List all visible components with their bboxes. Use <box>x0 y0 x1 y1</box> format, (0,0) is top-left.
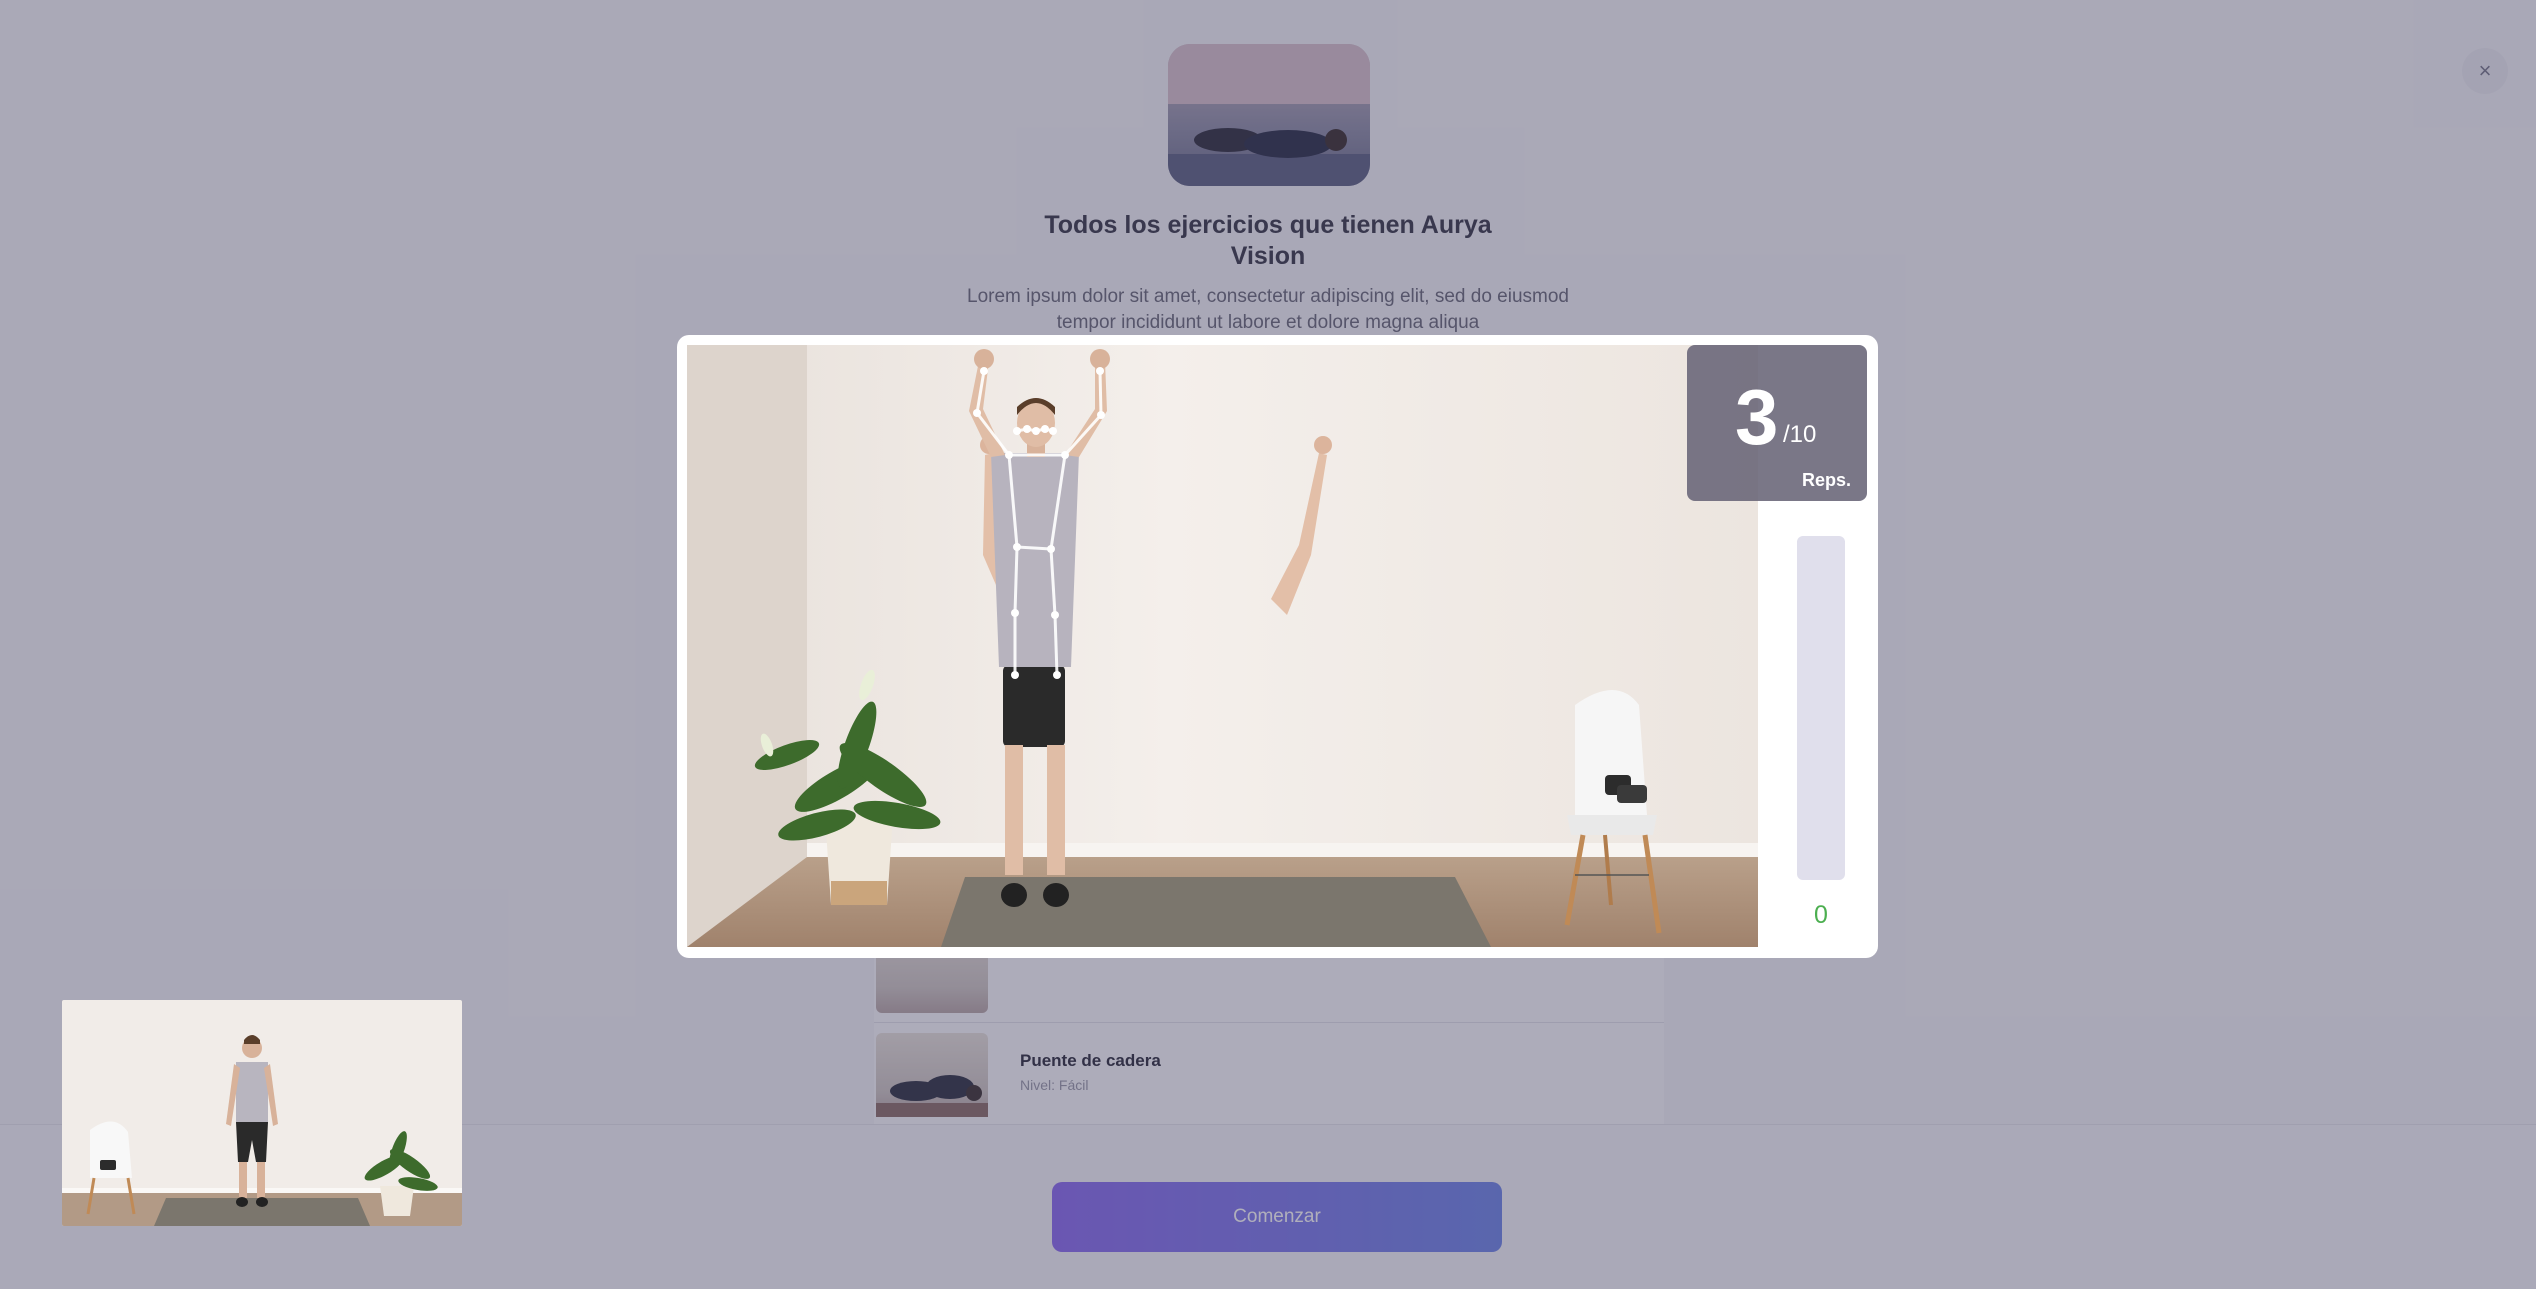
pose-joint <box>1023 425 1031 433</box>
progress-bar <box>1797 536 1845 880</box>
rep-count-label: Reps. <box>1801 470 1851 490</box>
pose-joint <box>1005 451 1013 459</box>
pose-joint <box>1061 451 1069 459</box>
pose-joint <box>1011 671 1019 679</box>
pose-bone <box>1016 545 1052 551</box>
pose-joint <box>1032 427 1040 435</box>
person-shirt <box>991 453 1079 667</box>
person-left-leg <box>1005 745 1023 875</box>
camera-video <box>687 345 1758 947</box>
pose-bone <box>1013 546 1019 614</box>
pose-joint <box>1097 411 1105 419</box>
pose-joint <box>1047 545 1055 553</box>
pose-joint <box>1011 609 1019 617</box>
rep-count-total: /10 <box>1783 421 1817 448</box>
pose-joint <box>1013 543 1021 551</box>
reference-video-preview[interactable] <box>62 1000 462 1226</box>
reference-video-frame <box>62 1000 462 1226</box>
progress-value: 0 <box>1814 901 1828 929</box>
pose-joint <box>973 409 981 417</box>
person-left-fist <box>974 349 994 369</box>
person-left-foot <box>1001 883 1027 907</box>
person-right-fist <box>1090 349 1110 369</box>
pose-joint <box>1053 671 1061 679</box>
exercise-vision-modal: 3 /10 Reps. 0 <box>677 335 1878 958</box>
pose-joint <box>1051 611 1059 619</box>
pose-bone <box>1053 614 1059 676</box>
person-right-foot <box>1043 883 1069 907</box>
person-right-leg <box>1047 745 1065 875</box>
pose-video-frame <box>687 345 1758 947</box>
rep-count-current: 3 <box>1735 373 1779 461</box>
pose-joint <box>1049 427 1057 435</box>
pose-joint <box>1096 367 1104 375</box>
pose-bone <box>1098 370 1103 416</box>
pose-joint <box>1013 427 1021 435</box>
rep-counter: 3 /10 Reps. <box>1687 345 1867 501</box>
pose-joint <box>980 367 988 375</box>
pose-joint <box>1041 425 1049 433</box>
